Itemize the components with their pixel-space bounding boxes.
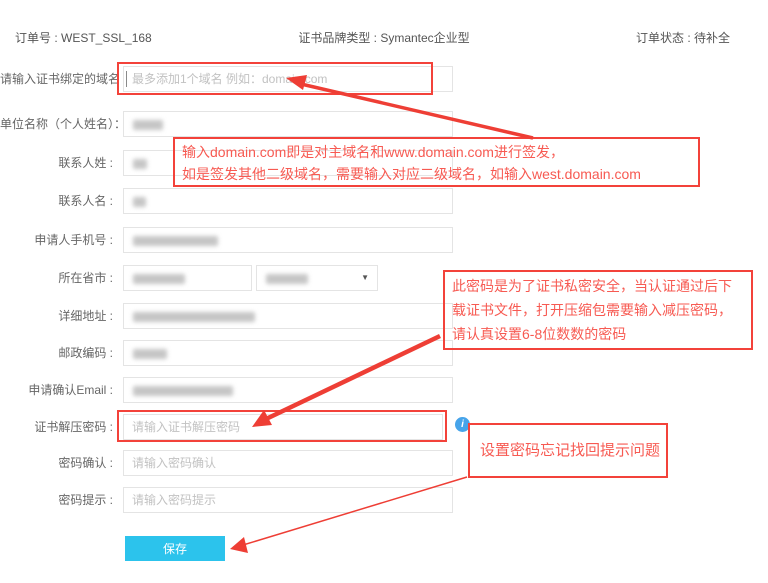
unzip-password-label: 证书解压密码 : [0, 414, 113, 440]
password-note-box: 此密码是为了证书私密安全，当认证通过后下 载证书文件，打开压缩包需要输入减压密码… [443, 270, 753, 350]
password-confirm-label: 密码确认 : [0, 450, 113, 476]
province-select[interactable] [123, 265, 252, 291]
text-caret [126, 71, 127, 87]
unzip-password-input[interactable] [123, 414, 443, 440]
domain-note-line2: 如是签发其他二级域名，需要输入对应二级域名，如输入west.domain.com [182, 163, 691, 185]
domain-note-line1: 输入domain.com即是对主域名和www.domain.com进行签发， [182, 141, 691, 163]
field-row-firstname: 联系人名 : [0, 188, 768, 214]
field-row-domain: 请输入证书绑定的域名 : [0, 66, 768, 92]
lastname-label: 联系人姓 : [0, 150, 113, 176]
phone-input[interactable] [123, 227, 453, 253]
masked-value [266, 274, 308, 284]
company-input[interactable] [123, 111, 453, 137]
domain-input[interactable] [123, 66, 453, 92]
company-label: 单位名称（个人姓名）： [0, 111, 113, 137]
chevron-down-icon: ▼ [361, 273, 369, 282]
password-hint-label: 密码提示 : [0, 487, 113, 513]
zipcode-label: 邮政编码 : [0, 340, 113, 366]
city-select[interactable]: ▼ [256, 265, 378, 291]
password-confirm-input[interactable] [123, 450, 453, 476]
domain-note-box: 输入domain.com即是对主域名和www.domain.com进行签发， 如… [173, 137, 700, 187]
masked-value [133, 386, 233, 396]
password-note-line3: 请认真设置6-8位数数的密码 [452, 322, 744, 346]
masked-value [133, 274, 185, 284]
firstname-label: 联系人名 : [0, 188, 113, 214]
hint-note-text: 设置密码忘记找回提示问题 [480, 440, 660, 462]
hint-note-box: 设置密码忘记找回提示问题 [468, 423, 668, 478]
masked-value [133, 159, 147, 169]
email-input[interactable] [123, 377, 453, 403]
arrow-to-save-head [230, 537, 248, 553]
save-button[interactable]: 保存 [125, 536, 225, 561]
field-row-password-hint: 密码提示 : [0, 487, 768, 513]
field-row-company: 单位名称（个人姓名）： [0, 111, 768, 137]
certificate-order-form-page: 订单号 : WEST_SSL_168 证书品牌类型 : Symantec企业型 … [0, 0, 768, 583]
address-label: 详细地址 : [0, 303, 113, 329]
address-input[interactable] [123, 303, 453, 329]
masked-value [133, 312, 255, 322]
field-row-phone: 申请人手机号 : [0, 227, 768, 253]
phone-label: 申请人手机号 : [0, 227, 113, 253]
masked-value [133, 120, 163, 130]
password-hint-input[interactable] [123, 487, 453, 513]
order-status: 订单状态 : 待补全 [636, 29, 730, 46]
firstname-input[interactable] [123, 188, 453, 214]
masked-value [133, 236, 218, 246]
masked-value [133, 349, 167, 359]
email-label: 申请确认Email : [0, 377, 113, 403]
order-header: 订单号 : WEST_SSL_168 证书品牌类型 : Symantec企业型 … [0, 28, 768, 46]
password-note-line2: 载证书文件，打开压缩包需要输入减压密码， [452, 298, 744, 322]
password-note-line1: 此密码是为了证书私密安全，当认证通过后下 [452, 274, 744, 298]
masked-value [133, 197, 146, 207]
zipcode-input[interactable] [123, 340, 453, 366]
domain-label: 请输入证书绑定的域名 : [0, 66, 113, 92]
region-label: 所在省市 : [0, 265, 113, 291]
field-row-email: 申请确认Email : [0, 377, 768, 403]
